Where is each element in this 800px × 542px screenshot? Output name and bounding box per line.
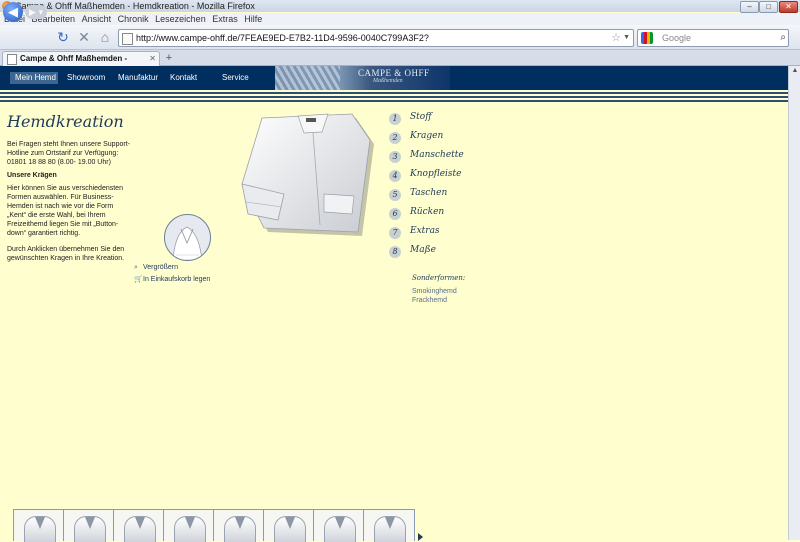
special-item-frackhemd[interactable]: Frackhemd <box>412 296 447 305</box>
magnifier-icon: ⌕ <box>134 264 138 271</box>
logo-name: CAMPE & OHFF <box>358 68 430 78</box>
address-bar[interactable]: http://www.campe-ohff.de/7FEAE9ED-E7B2-1… <box>118 29 634 59</box>
step-label: Kragen <box>410 131 444 141</box>
nav-mein-hemd[interactable]: Mein Hemd <box>15 72 56 84</box>
reload-icon[interactable]: ↻ <box>55 29 71 45</box>
enlarge-link[interactable]: ⌕ Vergrößern <box>134 263 178 273</box>
window-title: Campe & Ohff Maßhemden - Hemdkreation - … <box>15 1 255 11</box>
search-placeholder: Google <box>662 33 692 43</box>
menu-extras[interactable]: Extras <box>212 13 238 25</box>
step-number: 7 <box>389 227 401 239</box>
back-button[interactable]: ◀ <box>3 2 23 22</box>
step-label: Taschen <box>410 188 448 198</box>
browser-tab[interactable]: Campe & Ohff Maßhemden - Hemdk... ✕ <box>2 51 160 77</box>
menu-hilfe[interactable]: Hilfe <box>244 13 262 25</box>
bookmark-star-icon[interactable]: ☆ <box>611 30 621 46</box>
collar-thumbnail[interactable] <box>164 510 214 542</box>
step-number: 1 <box>389 113 401 125</box>
collar-thumbnail[interactable] <box>64 510 114 542</box>
page-title: Hemdkreation <box>7 112 124 131</box>
collar-thumbnail[interactable] <box>214 510 264 542</box>
header-stripes <box>0 90 788 102</box>
menu-chronik[interactable]: Chronik <box>118 13 149 25</box>
close-window-button[interactable]: ✕ <box>779 1 798 13</box>
maximize-button[interactable]: □ <box>759 1 778 13</box>
stop-icon[interactable]: ✕ <box>76 29 92 45</box>
nav-service[interactable]: Service <box>222 72 249 84</box>
step-label: Rücken <box>410 207 445 217</box>
step-number: 8 <box>389 246 401 258</box>
enlarge-label: Vergrößern <box>143 264 179 271</box>
url-dropdown-icon[interactable]: ▼ <box>623 30 630 46</box>
step-number: 2 <box>389 132 401 144</box>
step-number: 6 <box>389 208 401 220</box>
nav-manufaktur[interactable]: Manufaktur <box>118 72 158 84</box>
cart-icon: 🛒 <box>134 276 143 283</box>
tab-favicon <box>7 54 17 65</box>
window-titlebar: Campe & Ohff Maßhemden - Hemdkreation - … <box>0 0 800 13</box>
step-label: Manschette <box>410 150 464 160</box>
add-to-cart-link[interactable]: 🛒In Einkaufskorb legen <box>134 275 210 285</box>
nav-kontakt[interactable]: Kontakt <box>170 72 197 84</box>
shirt-image <box>241 113 374 236</box>
apply-text: Durch Anklicken übernehmen Sie den gewün… <box>7 246 125 262</box>
collar-thumbnail-strip <box>13 509 415 542</box>
collar-thumbnail-image <box>74 516 106 542</box>
vertical-scrollbar[interactable]: ▲ <box>788 66 800 540</box>
collar-thumbnail-image <box>374 516 406 542</box>
menu-bar: Datei Bearbeiten Ansicht Chronik Lesezei… <box>0 13 800 25</box>
tab-close-icon[interactable]: ✕ <box>149 52 156 66</box>
step-label: Knopfleiste <box>410 169 462 179</box>
special-forms-heading: Sonderformen: <box>412 274 466 282</box>
nav-showroom[interactable]: Showroom <box>67 72 105 84</box>
special-item-smokinghemd[interactable]: Smokinghemd <box>412 287 457 296</box>
collar-thumbnail[interactable] <box>14 510 64 542</box>
collar-thumbnail-image <box>224 516 256 542</box>
collar-thumbnail[interactable] <box>264 510 314 542</box>
collar-thumbnail-image <box>174 516 206 542</box>
forward-button[interactable]: ▶ ▾ <box>25 5 47 19</box>
step-number: 3 <box>389 151 401 163</box>
step-number: 4 <box>389 170 401 182</box>
support-text: Bei Fragen steht Ihnen unsere Support-Ho… <box>7 141 130 166</box>
collar-thumbnail-image <box>124 516 156 542</box>
step-number: 5 <box>389 189 401 201</box>
collars-heading: Unsere Krägen <box>7 172 57 179</box>
add-to-cart-label: In Einkaufskorb legen <box>143 276 211 283</box>
collar-thumbnail-image <box>274 516 306 542</box>
collar-preview-image <box>172 226 203 260</box>
menu-ansicht[interactable]: Ansicht <box>82 13 112 25</box>
page-favicon <box>122 33 133 45</box>
logo-tagline: Maßhemden <box>373 78 403 84</box>
collar-thumbnail[interactable] <box>114 510 164 542</box>
menu-lesezeichen[interactable]: Lesezeichen <box>155 13 206 25</box>
step-label: Stoff <box>410 112 432 122</box>
search-icon[interactable]: ⌕ <box>780 30 786 46</box>
collar-thumbnail[interactable] <box>364 510 413 542</box>
scroll-up-icon[interactable]: ▲ <box>790 66 800 76</box>
site-banner: CAMPE & OHFF Maßhemden <box>275 66 450 90</box>
step-label: Maße <box>410 245 436 255</box>
collars-text: Hier können Sie aus verschiedensten Form… <box>7 185 123 237</box>
step-label: Extras <box>410 226 440 236</box>
collar-thumbnail[interactable] <box>314 510 364 542</box>
collar-preview[interactable] <box>164 214 211 261</box>
collar-thumbnail-image <box>24 516 56 542</box>
minimize-button[interactable]: – <box>740 1 759 13</box>
google-icon[interactable] <box>641 32 653 44</box>
new-tab-button[interactable]: + <box>162 52 176 64</box>
banner-compass-image <box>275 66 340 90</box>
collar-thumbnail-image <box>324 516 356 542</box>
search-input[interactable]: Google ⌕ <box>637 29 789 47</box>
home-icon[interactable]: ⌂ <box>97 29 113 45</box>
